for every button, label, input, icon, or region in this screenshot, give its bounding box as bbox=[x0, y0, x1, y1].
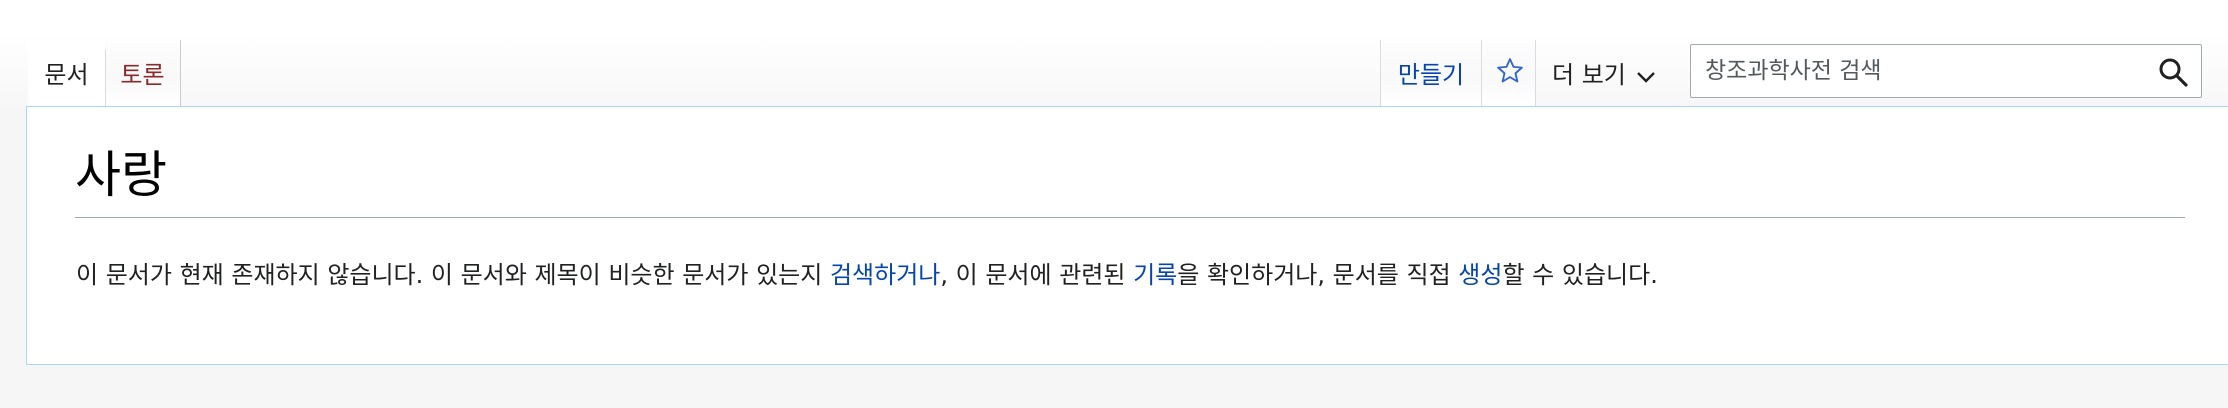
tab-page-label: 문서 bbox=[44, 61, 89, 89]
no-article-message: 이 문서가 현재 존재하지 않습니다. 이 문서와 제목이 비슷한 문서가 있는… bbox=[76, 257, 1658, 293]
more-menu-button[interactable]: 더 보기 bbox=[1536, 40, 1676, 106]
log-link[interactable]: 기록 bbox=[1133, 261, 1177, 289]
tab-talk[interactable]: 토론 bbox=[105, 40, 181, 106]
watch-star-button[interactable] bbox=[1481, 40, 1536, 106]
tab-create[interactable]: 만들기 bbox=[1380, 40, 1481, 106]
message-text-4: 할 수 있습니다. bbox=[1502, 261, 1658, 289]
search-link[interactable]: 검색하거나 bbox=[830, 261, 940, 289]
message-text-1: 이 문서가 현재 존재하지 않습니다. 이 문서와 제목이 비슷한 문서가 있는… bbox=[76, 261, 830, 289]
top-navigation-bar: 문서 토론 만들기 더 보기 bbox=[0, 0, 2228, 107]
chevron-down-icon bbox=[1637, 72, 1655, 83]
content-area: 사랑 이 문서가 현재 존재하지 않습니다. 이 문서와 제목이 비슷한 문서가… bbox=[26, 106, 2228, 365]
create-link[interactable]: 생성 bbox=[1458, 261, 1502, 289]
tab-talk-label: 토론 bbox=[120, 61, 165, 89]
star-outline-icon bbox=[1497, 58, 1523, 83]
search-box bbox=[1690, 44, 2202, 98]
message-text-3: 을 확인하거나, 문서를 직접 bbox=[1177, 261, 1459, 289]
page-title: 사랑 bbox=[75, 143, 2185, 218]
message-text-2: , 이 문서에 관련된 bbox=[940, 261, 1134, 289]
search-icon[interactable] bbox=[2157, 56, 2189, 88]
tab-page[interactable]: 문서 bbox=[28, 40, 105, 106]
search-input[interactable] bbox=[1703, 51, 2147, 91]
more-menu-label: 더 보기 bbox=[1552, 61, 1626, 89]
tab-create-label: 만들기 bbox=[1397, 61, 1465, 89]
